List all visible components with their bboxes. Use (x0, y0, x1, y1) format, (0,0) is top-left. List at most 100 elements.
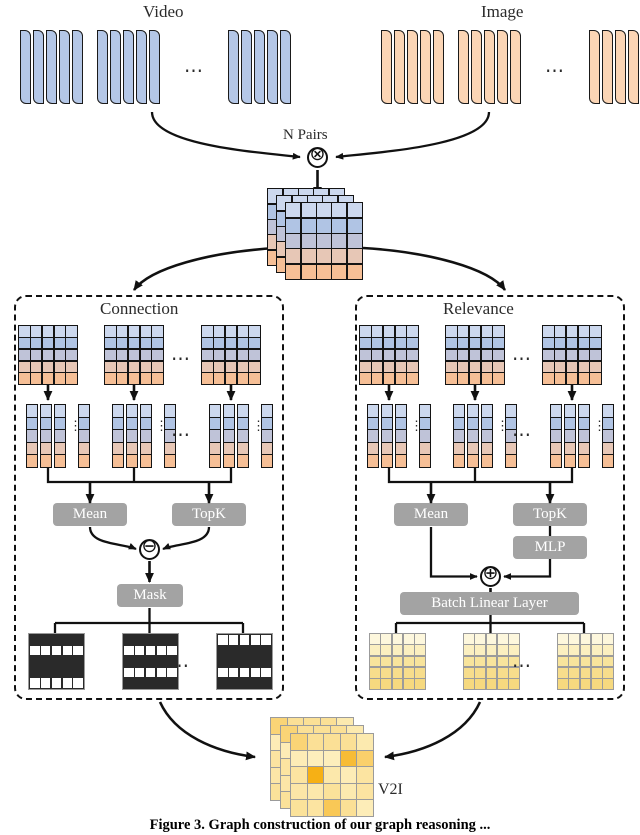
matrix-cell (543, 361, 554, 372)
sheet (602, 30, 613, 104)
matrix-cell (66, 338, 77, 349)
matrix-cell (105, 373, 116, 384)
output-cell (558, 634, 569, 645)
output-cell (381, 645, 392, 656)
output-cell (475, 678, 486, 689)
matrix-cell (458, 338, 469, 349)
connection-group-2-vector-3 (140, 404, 152, 468)
vector-cell (468, 442, 478, 455)
matrix-cell (249, 361, 260, 372)
matrix-cell (469, 349, 481, 361)
matrix-cell (237, 349, 248, 361)
output-cell (486, 678, 497, 689)
matrix-cell (66, 361, 77, 372)
vector-cell (55, 430, 65, 442)
vector-cell (141, 417, 151, 430)
connection-mask-button[interactable]: Mask (117, 584, 183, 607)
matrix-cell (566, 361, 578, 372)
connection-topk-button[interactable]: TopK (172, 503, 246, 526)
mask-cell (239, 678, 250, 688)
vector-cell (454, 417, 464, 430)
vector-cell (238, 405, 248, 417)
matrix-cell (105, 326, 116, 337)
vector-cell (224, 455, 234, 467)
image-ellipsis: ⋯ (545, 61, 566, 82)
vector-cell (210, 417, 220, 430)
output-cell (403, 678, 414, 689)
matrix-cell (237, 338, 248, 349)
v2i-cell (340, 767, 357, 783)
mask-cell (41, 678, 51, 688)
sheet (407, 30, 418, 104)
matrix-cell (578, 373, 589, 384)
mask-cell (124, 656, 134, 667)
matrix-cell (19, 373, 30, 384)
matrix-cell (128, 349, 140, 361)
vector-cell (551, 417, 561, 430)
vector-cell (224, 442, 234, 455)
output-cell (569, 645, 580, 656)
matrix-cell (202, 349, 213, 361)
output-cell (558, 667, 569, 678)
matrix-cell (543, 326, 554, 337)
mask-cell (229, 656, 239, 667)
matrix-cell (105, 361, 116, 372)
mask-cell (41, 635, 51, 645)
vector-cell (482, 405, 492, 417)
sheet (59, 30, 70, 104)
vector-cell (27, 417, 37, 430)
relevance-output-matrix-3 (557, 633, 614, 690)
sheet (510, 30, 521, 104)
mask-cell (239, 635, 250, 645)
matrix-cell (566, 349, 578, 361)
matrix-cell (360, 361, 371, 372)
matrix-cell (31, 326, 42, 337)
mask-cell (156, 678, 166, 688)
vector-cell (41, 417, 51, 430)
matrix-cell (286, 218, 301, 233)
matrix-cell (555, 338, 566, 349)
matrix-cell (332, 218, 347, 233)
output-cell (403, 634, 414, 645)
vector-cell (262, 442, 272, 455)
matrix-cell (202, 338, 213, 349)
relevance-mean-button[interactable]: Mean (394, 503, 468, 526)
matrix-cell (140, 349, 151, 361)
connection-mean-button[interactable]: Mean (53, 503, 127, 526)
matrix-cell (42, 361, 54, 372)
relevance-linear-button[interactable]: Batch Linear Layer (400, 592, 579, 615)
matrix-cell (395, 349, 406, 361)
relevance-output-matrix-1 (369, 633, 426, 690)
vector-cell (551, 442, 561, 455)
mask-cell (135, 667, 145, 677)
relevance-group-2-vector-2 (467, 404, 479, 468)
output-cell (569, 678, 580, 689)
output-cell (403, 656, 414, 667)
matrix-cell (117, 326, 128, 337)
vector-cell (127, 430, 137, 442)
mask-cell (73, 646, 83, 656)
matrix-cell (249, 338, 260, 349)
matrix-cell (395, 326, 406, 337)
mask-cell (62, 656, 72, 667)
relevance-mlp-button[interactable]: MLP (513, 536, 587, 559)
mask-cell (156, 667, 166, 677)
matrix-cell (317, 234, 331, 248)
relevance-matrix-3 (542, 325, 602, 385)
vector-cell (468, 417, 478, 430)
v2i-cell (291, 800, 307, 816)
sheet (254, 30, 265, 104)
output-cell (392, 645, 403, 656)
mask-cell (73, 635, 83, 645)
connection-group-1-vector-2 (40, 404, 52, 468)
vector-cell (55, 417, 65, 430)
mask-cell (218, 635, 228, 645)
sheet (484, 30, 495, 104)
mask-cell (41, 656, 51, 667)
matrix-cell (383, 373, 395, 384)
vector-cell (113, 405, 123, 417)
v2i-cell (324, 750, 340, 767)
matrix-cell (347, 249, 362, 264)
output-cell (475, 667, 486, 678)
relevance-topk-button[interactable]: TopK (513, 503, 587, 526)
